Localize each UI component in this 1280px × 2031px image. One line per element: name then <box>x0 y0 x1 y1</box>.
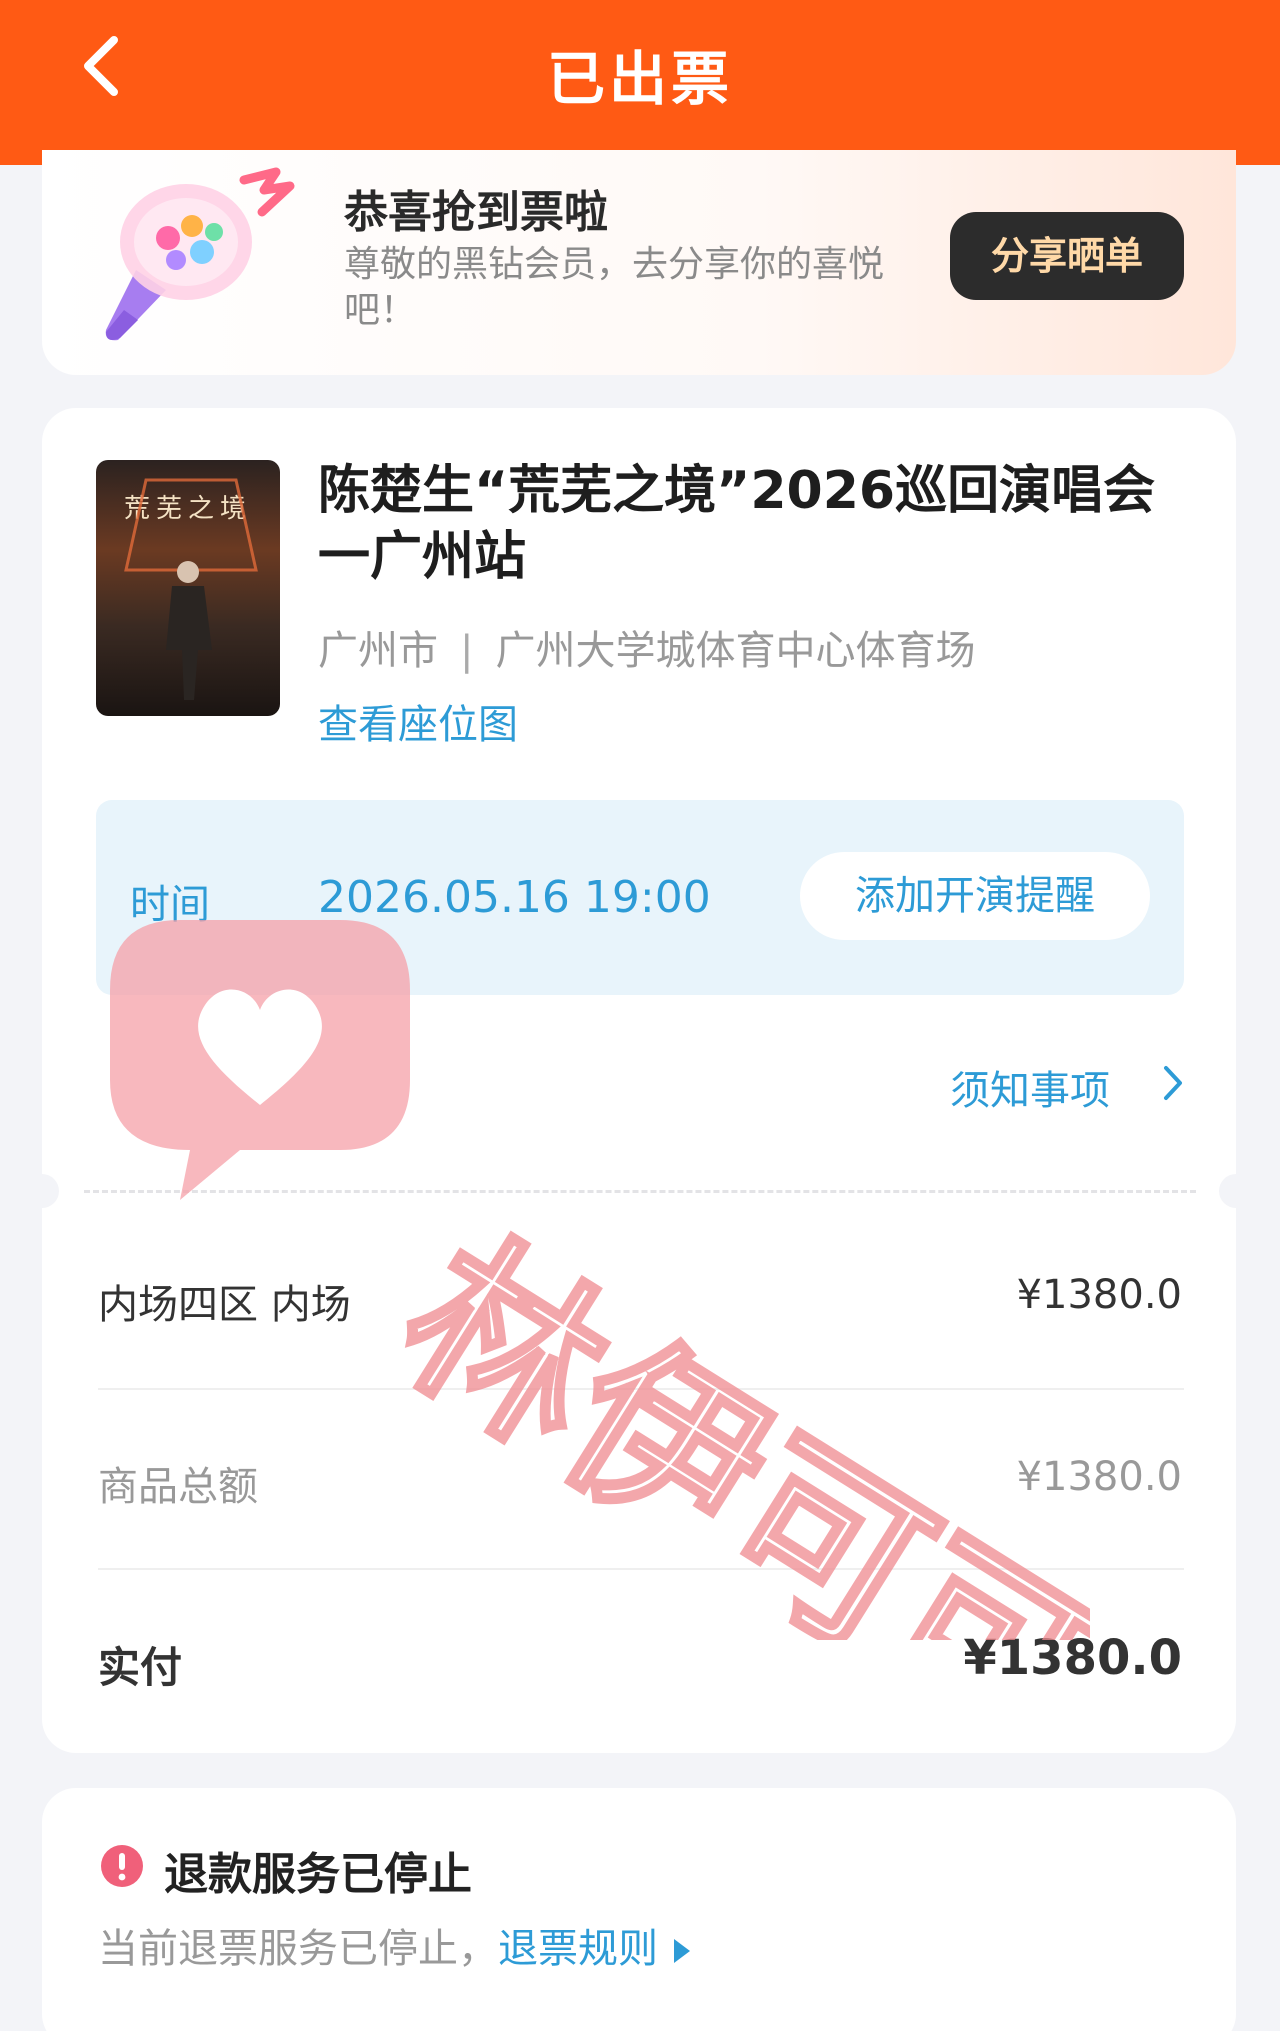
share-order-button[interactable]: 分享晒单 <box>950 212 1184 300</box>
time-value: 2026.05.16 19:00 <box>318 872 711 923</box>
refund-description-text: 当前退票服务已停止， <box>98 1926 498 1972</box>
event-poster[interactable]: 荒芜之境 <box>96 460 280 716</box>
venue-separator: | <box>460 628 474 674</box>
share-title: 恭喜抢到票啦 <box>344 187 608 238</box>
triangle-right-icon <box>674 1939 690 1963</box>
row-divider <box>98 1388 1184 1390</box>
ticket-divider <box>84 1190 1196 1193</box>
ticket-tier-price: ¥1380.0 <box>1016 1272 1182 1318</box>
share-subtitle: 尊敬的黑钻会员，去分享你的喜悦吧！ <box>344 244 885 331</box>
ticket-tier-label: 内场四区 内场 <box>98 1282 351 1328</box>
venue-line: 广州市 | 广州大学城体育中心体育场 <box>318 618 975 676</box>
paid-label: 实付 <box>98 1643 183 1692</box>
lightstick-illustration <box>105 167 295 341</box>
subtotal-label: 商品总额 <box>98 1464 258 1510</box>
subtotal-price: ¥1380.0 <box>1016 1454 1182 1500</box>
seat-map-link[interactable]: 查看座位图 <box>318 692 518 750</box>
event-venue: 广州大学城体育中心体育场 <box>495 628 976 674</box>
refund-card <box>42 1788 1236 2031</box>
add-reminder-button[interactable]: 添加开演提醒 <box>800 852 1150 940</box>
exclamation-icon <box>101 1845 143 1887</box>
event-title: 陈楚生“荒芜之境”2026巡回演唱会一广州站 <box>318 461 1156 587</box>
refund-description: 当前退票服务已停止，退票规则 <box>98 1916 690 1974</box>
top-bar: 已出票 <box>0 0 1280 165</box>
ticket-notch-left <box>25 1174 59 1208</box>
refund-title: 退款服务已停止 <box>164 1849 472 1900</box>
paid-amount: ¥1380.0 <box>963 1630 1182 1686</box>
time-label: 时间 <box>130 882 210 928</box>
poster-figure <box>124 478 258 700</box>
notice-link[interactable]: 须知事项 <box>950 1058 1110 1116</box>
event-city: 广州市 <box>318 628 438 674</box>
chevron-right-icon[interactable] <box>1160 1060 1186 1106</box>
row-divider <box>98 1568 1184 1570</box>
refund-rules-link[interactable]: 退票规则 <box>498 1926 658 1972</box>
page-title: 已出票 <box>546 45 733 113</box>
ticket-notch-right <box>1219 1174 1253 1208</box>
